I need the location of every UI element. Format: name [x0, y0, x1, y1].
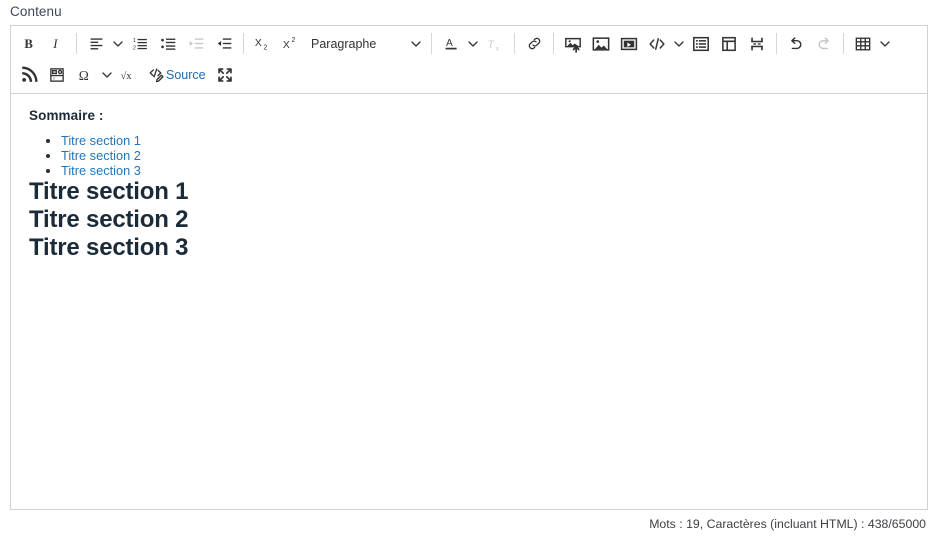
- rich-text-editor: B I 1 2 X 2 X 2 Paragraphe A T x I Ω √x …: [10, 25, 928, 510]
- rss-feed-button[interactable]: [15, 61, 43, 89]
- insert-media-button[interactable]: [615, 30, 643, 58]
- list-properties-button[interactable]: [687, 30, 715, 58]
- insert-table-button[interactable]: [849, 30, 877, 58]
- toolbar-separator: [776, 33, 777, 54]
- content-field-editor: Contenu B I 1 2 X 2 X 2 Paragraphe A T x…: [0, 0, 938, 547]
- toolbar-separator: [243, 33, 244, 54]
- svg-text:I: I: [53, 75, 54, 80]
- field-label: Contenu: [10, 4, 62, 19]
- svg-text:T: T: [488, 38, 495, 50]
- superscript-button[interactable]: X 2: [277, 30, 305, 58]
- svg-text:A: A: [445, 38, 452, 49]
- table-of-contents-list: Titre section 1 Titre section 2 Titre se…: [29, 133, 909, 178]
- special-characters-control[interactable]: Ω: [71, 61, 115, 89]
- special-characters-chevron-down-icon[interactable]: [99, 61, 115, 89]
- insert-table-control[interactable]: [849, 30, 893, 58]
- paragraph-dropdown-chevron-down-icon[interactable]: [406, 30, 426, 58]
- math-formula-button[interactable]: √x: [115, 61, 143, 89]
- code-block-button[interactable]: [643, 30, 671, 58]
- link-button[interactable]: [520, 30, 548, 58]
- increase-indent-button[interactable]: [210, 30, 238, 58]
- summary-heading: Sommaire :: [29, 108, 104, 123]
- toc-link-section-1[interactable]: Titre section 1: [61, 133, 141, 148]
- svg-text:B: B: [24, 37, 33, 51]
- word-count-status: Mots : 19, Caractères (incluant HTML) : …: [649, 517, 926, 531]
- editor-content-area[interactable]: Sommaire : Titre section 1 Titre section…: [10, 94, 928, 510]
- table-chevron-down-icon[interactable]: [877, 30, 893, 58]
- svg-text:2: 2: [263, 45, 267, 52]
- list-item: Titre section 3: [61, 163, 909, 178]
- svg-text:Ω: Ω: [79, 67, 89, 82]
- bold-button[interactable]: B: [15, 30, 43, 58]
- source-editing-label: Source: [166, 67, 206, 82]
- section-heading-1: Titre section 1: [29, 178, 189, 205]
- align-dropdown-chevron-down-icon[interactable]: [110, 30, 126, 58]
- toc-link-section-3[interactable]: Titre section 3: [61, 163, 141, 178]
- upload-image-button[interactable]: [559, 30, 587, 58]
- special-characters-button[interactable]: Ω: [71, 61, 99, 89]
- align-left-icon-button[interactable]: [82, 30, 110, 58]
- remove-format-button[interactable]: T x: [481, 30, 509, 58]
- insert-widget-button[interactable]: I: [43, 61, 71, 89]
- section-heading-3: Titre section 3: [29, 234, 189, 261]
- toolbar-separator: [514, 33, 515, 54]
- list-item: Titre section 1: [61, 133, 909, 148]
- list-item: Titre section 2: [61, 148, 909, 163]
- toolbar-separator: [553, 33, 554, 54]
- svg-text:2: 2: [291, 37, 295, 44]
- code-block-chevron-down-icon[interactable]: [671, 30, 687, 58]
- svg-text:1: 1: [132, 38, 135, 44]
- font-color-chevron-down-icon[interactable]: [465, 30, 481, 58]
- template-button[interactable]: [715, 30, 743, 58]
- editor-toolbar: B I 1 2 X 2 X 2 Paragraphe A T x I Ω √x …: [10, 25, 928, 94]
- section-heading-2: Titre section 2: [29, 206, 189, 233]
- toolbar-row-secondary: I Ω √x Source: [15, 59, 923, 90]
- font-color-control[interactable]: A: [437, 30, 481, 58]
- text-alignment-control[interactable]: [82, 30, 126, 58]
- toolbar-separator: [76, 33, 77, 54]
- redo-button[interactable]: [810, 30, 838, 58]
- svg-text:X: X: [282, 40, 289, 51]
- subscript-button[interactable]: X 2: [249, 30, 277, 58]
- toolbar-separator: [431, 33, 432, 54]
- numbered-list-button[interactable]: 1 2: [126, 30, 154, 58]
- svg-text:x: x: [496, 45, 500, 52]
- toc-link-section-2[interactable]: Titre section 2: [61, 148, 141, 163]
- decrease-indent-button[interactable]: [182, 30, 210, 58]
- insert-image-button[interactable]: [587, 30, 615, 58]
- undo-button[interactable]: [782, 30, 810, 58]
- toolbar-separator: [843, 33, 844, 54]
- svg-text:I: I: [52, 37, 58, 51]
- page-break-button[interactable]: [743, 30, 771, 58]
- italic-button[interactable]: I: [43, 30, 71, 58]
- toolbar-row-primary: B I 1 2 X 2 X 2 Paragraphe A T x: [15, 28, 923, 59]
- font-color-button[interactable]: A: [437, 30, 465, 58]
- source-editing-button[interactable]: Source: [143, 61, 211, 89]
- paragraph-style-dropdown[interactable]: Paragraphe: [305, 30, 426, 58]
- svg-text:X: X: [254, 38, 261, 49]
- svg-text:√x: √x: [121, 70, 133, 82]
- code-block-control[interactable]: [643, 30, 687, 58]
- paragraph-style-value: Paragraphe: [311, 36, 377, 51]
- bulleted-list-button[interactable]: [154, 30, 182, 58]
- svg-text:2: 2: [132, 45, 135, 51]
- fullscreen-button[interactable]: [211, 61, 239, 89]
